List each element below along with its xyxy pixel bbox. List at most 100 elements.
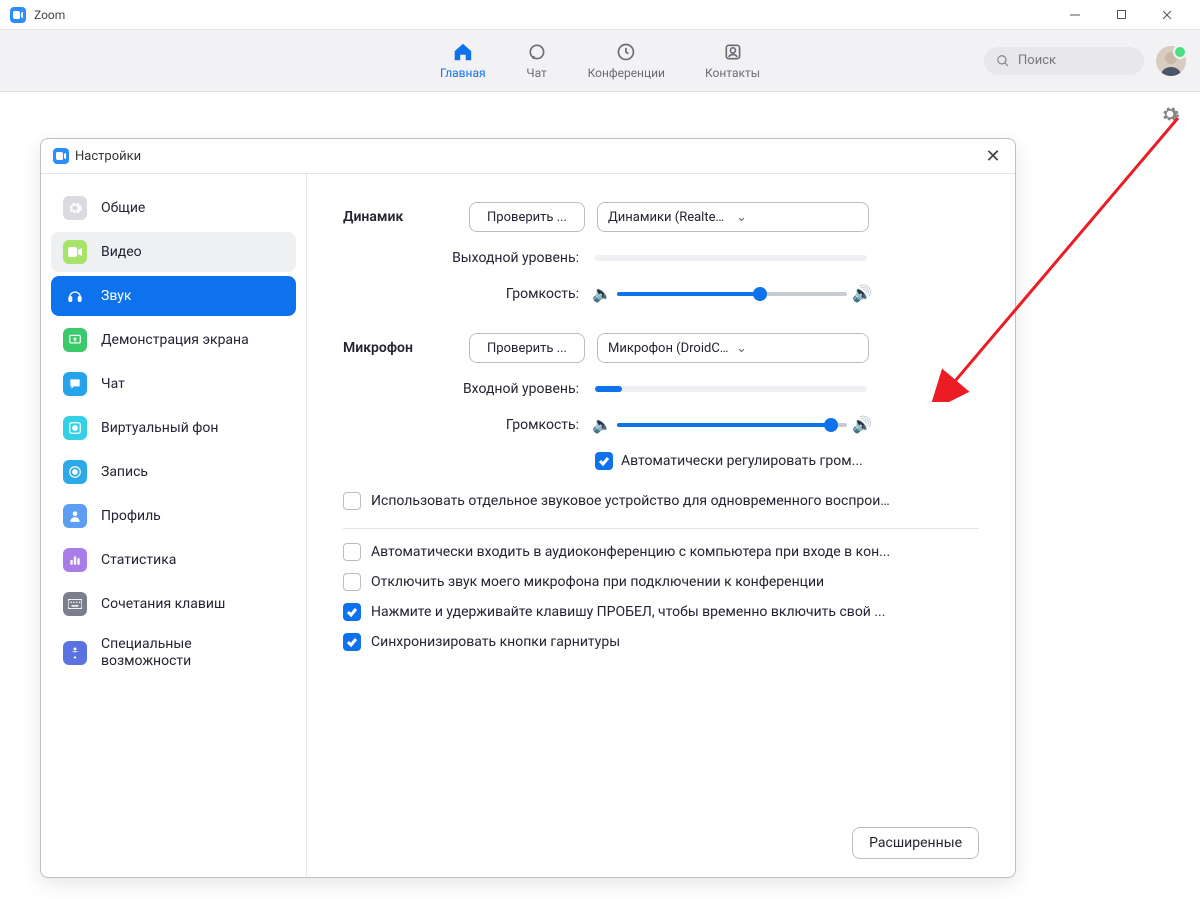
sidebar-item-general[interactable]: Общие	[51, 188, 296, 228]
sidebar-item-stats[interactable]: Статистика	[51, 540, 296, 580]
avatar-image	[1156, 46, 1186, 76]
dialog-header: Настройки ✕	[41, 139, 1015, 173]
sidebar-item-profile[interactable]: Профиль	[51, 496, 296, 536]
mic-device-dropdown[interactable]: Микрофон (DroidCam Virtual Au... ⌄	[597, 333, 869, 363]
nav-meetings[interactable]: Конференции	[588, 41, 665, 80]
video-icon	[63, 240, 87, 264]
chat-icon	[63, 372, 87, 396]
nav-chat-label: Чат	[526, 66, 546, 80]
sidebar-item-access[interactable]: Специальные возможности	[51, 628, 296, 678]
search-input[interactable]: Поиск	[984, 47, 1144, 75]
window-controls	[1052, 0, 1190, 30]
mic-section-label: Микрофон	[343, 340, 469, 356]
search-icon	[996, 54, 1010, 68]
sidebar-item-label: Виртуальный фон	[101, 420, 218, 437]
mute_on_join-checkbox[interactable]	[343, 573, 361, 591]
nav-chat[interactable]: Чат	[526, 41, 548, 80]
space_unmute-label: Нажмите и удерживайте клавишу ПРОБЕЛ, чт…	[371, 604, 885, 620]
access-icon	[63, 641, 87, 665]
sidebar-item-label: Запись	[101, 464, 148, 481]
speaker-output-level-meter	[595, 255, 867, 261]
separate-device-checkbox[interactable]	[343, 492, 361, 510]
settings-dialog: Настройки ✕ Общие Видео Звук Демонстрация э…	[40, 138, 1016, 878]
stats-icon	[63, 548, 87, 572]
home-icon	[452, 41, 474, 63]
nav-home-label: Главная	[440, 66, 486, 80]
auto-adjust-volume-checkbox[interactable]	[595, 452, 613, 470]
auto-adjust-volume-label: Автоматически регулировать гром...	[621, 453, 863, 469]
speaker-output-level-label: Выходной уровень:	[343, 250, 595, 266]
speaker-section-label: Динамик	[343, 209, 469, 225]
mute_on_join-label: Отключить звук моего микрофона при подкл…	[371, 574, 824, 590]
mic-volume-label: Громкость:	[343, 417, 595, 433]
nav-meetings-label: Конференции	[588, 66, 665, 80]
sidebar-item-chat[interactable]: Чат	[51, 364, 296, 404]
sidebar-item-label: Чат	[101, 376, 125, 393]
volume-high-icon: 🔊	[855, 415, 869, 434]
window-close-button[interactable]	[1144, 0, 1190, 30]
audio-icon	[63, 284, 87, 308]
speaker-volume-slider[interactable]	[617, 292, 847, 296]
vb-icon	[63, 416, 87, 440]
top-navigation: Главная Чат Конференции Контакты Поиск	[0, 30, 1200, 92]
sidebar-item-label: Сочетания клавиш	[101, 596, 225, 613]
sidebar-item-audio[interactable]: Звук	[51, 276, 296, 316]
dialog-title: Настройки	[75, 149, 141, 164]
chat-icon	[526, 41, 548, 63]
auto_join-checkbox[interactable]	[343, 543, 361, 561]
zoom-app-icon	[53, 148, 69, 164]
general-icon	[63, 196, 87, 220]
zoom-app-icon	[10, 7, 26, 23]
speaker-device-dropdown[interactable]: Динамики (Realtek High Definitio... ⌄	[597, 202, 869, 232]
record-icon	[63, 460, 87, 484]
sidebar-item-label: Специальные возможности	[101, 636, 284, 670]
search-placeholder: Поиск	[1018, 53, 1056, 68]
settings-gear-icon[interactable]	[1160, 104, 1180, 124]
nav-contacts-label: Контакты	[705, 66, 760, 80]
window-titlebar: Zoom	[0, 0, 1200, 30]
clock-icon	[615, 41, 637, 63]
mic-device-value: Микрофон (DroidCam Virtual Au...	[608, 341, 730, 356]
chevron-down-icon: ⌄	[736, 210, 858, 225]
share-icon	[63, 328, 87, 352]
test-speaker-button[interactable]: Проверить ...	[469, 202, 585, 232]
settings-sidebar: Общие Видео Звук Демонстрация экрана Чат Вирт…	[41, 174, 307, 877]
space_unmute-checkbox[interactable]	[343, 603, 361, 621]
nav-home[interactable]: Главная	[440, 41, 486, 80]
advanced-button[interactable]: Расширенные	[852, 827, 979, 859]
sidebar-item-label: Звук	[101, 288, 131, 305]
shortcuts-icon	[63, 592, 87, 616]
window-minimize-button[interactable]	[1052, 0, 1098, 30]
sidebar-item-label: Демонстрация экрана	[101, 332, 249, 349]
sync_headset-checkbox[interactable]	[343, 633, 361, 651]
sidebar-item-label: Общие	[101, 200, 145, 217]
sidebar-item-label: Видео	[101, 244, 142, 261]
volume-low-icon: 🔈	[595, 415, 609, 434]
nav-contacts[interactable]: Контакты	[705, 41, 760, 80]
mic-volume-slider[interactable]	[617, 423, 847, 427]
sidebar-item-shortcuts[interactable]: Сочетания клавиш	[51, 584, 296, 624]
speaker-device-value: Динамики (Realtek High Definitio...	[608, 210, 730, 225]
dialog-close-button[interactable]: ✕	[983, 146, 1003, 167]
window-title: Zoom	[34, 8, 65, 22]
mic-input-level-meter	[595, 386, 867, 392]
sidebar-item-video[interactable]: Видео	[51, 232, 296, 272]
user-avatar[interactable]	[1156, 46, 1186, 76]
audio-settings-pane: Динамик Проверить ... Динамики (Realtek …	[307, 174, 1015, 877]
speaker-volume-label: Громкость:	[343, 286, 595, 302]
test-mic-button[interactable]: Проверить ...	[469, 333, 585, 363]
volume-low-icon: 🔈	[595, 284, 609, 303]
mic-input-level-label: Входной уровень:	[343, 381, 595, 397]
sidebar-item-label: Статистика	[101, 552, 176, 569]
separate-device-label: Использовать отдельное звуковое устройст…	[371, 493, 891, 509]
sidebar-item-share[interactable]: Демонстрация экрана	[51, 320, 296, 360]
contacts-icon	[721, 41, 743, 63]
sidebar-item-vb[interactable]: Виртуальный фон	[51, 408, 296, 448]
volume-high-icon: 🔊	[855, 284, 869, 303]
profile-icon	[63, 504, 87, 528]
sidebar-item-label: Профиль	[101, 508, 161, 525]
sidebar-item-record[interactable]: Запись	[51, 452, 296, 492]
window-maximize-button[interactable]	[1098, 0, 1144, 30]
auto_join-label: Автоматически входить в аудиоконференцию…	[371, 544, 890, 560]
chevron-down-icon: ⌄	[736, 341, 858, 356]
